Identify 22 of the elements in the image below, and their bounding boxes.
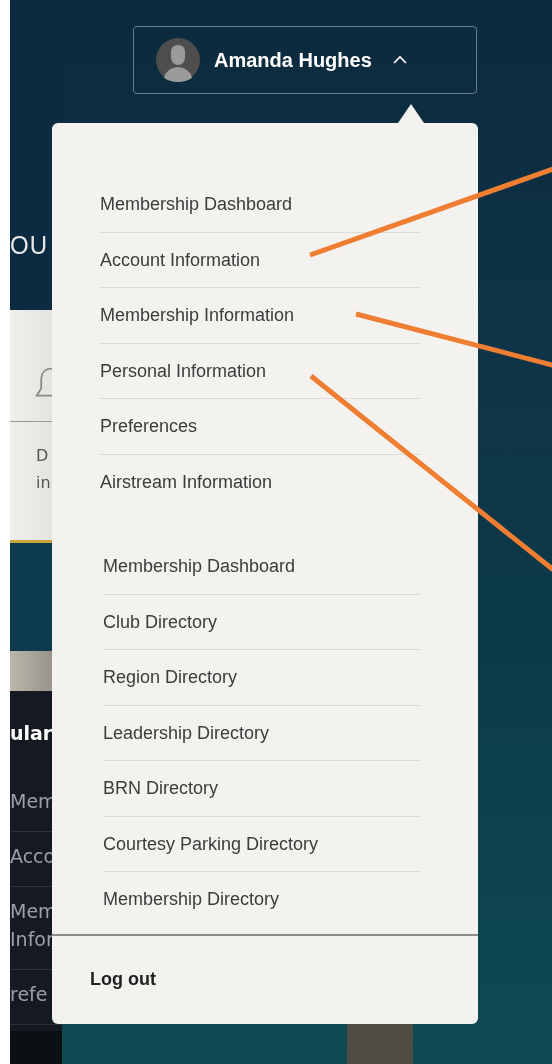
sidebar-heading: ular (10, 721, 54, 746)
menu-item[interactable]: Preferences (100, 399, 420, 455)
user-menu-button[interactable]: Amanda Hughes (133, 26, 477, 94)
caret-icon (391, 55, 408, 65)
menu-item[interactable]: BRN Directory (103, 761, 420, 817)
menu-item[interactable]: Membership Directory (103, 872, 420, 927)
logout-link[interactable]: Log out (52, 934, 478, 1024)
footer-block (347, 1024, 413, 1064)
menu-item[interactable]: Courtesy Parking Directory (103, 816, 420, 872)
menu-item[interactable]: Leadership Directory (103, 705, 420, 761)
page-heading: OU (10, 230, 48, 260)
menu-item[interactable]: Club Directory (103, 594, 420, 650)
menu-item[interactable]: Airstream Information (100, 454, 420, 509)
menu-item[interactable]: Region Directory (103, 650, 420, 706)
menu-item[interactable]: Membership Dashboard (100, 177, 420, 233)
avatar-icon (156, 38, 200, 82)
menu-item[interactable]: Membership Dashboard (103, 539, 420, 595)
card-text: D in (36, 445, 51, 494)
menu-item[interactable]: Personal Information (100, 343, 420, 399)
footer-background (10, 1031, 62, 1064)
menu-item[interactable]: Membership Information (100, 288, 420, 344)
menu-item[interactable]: Account Information (100, 232, 420, 288)
